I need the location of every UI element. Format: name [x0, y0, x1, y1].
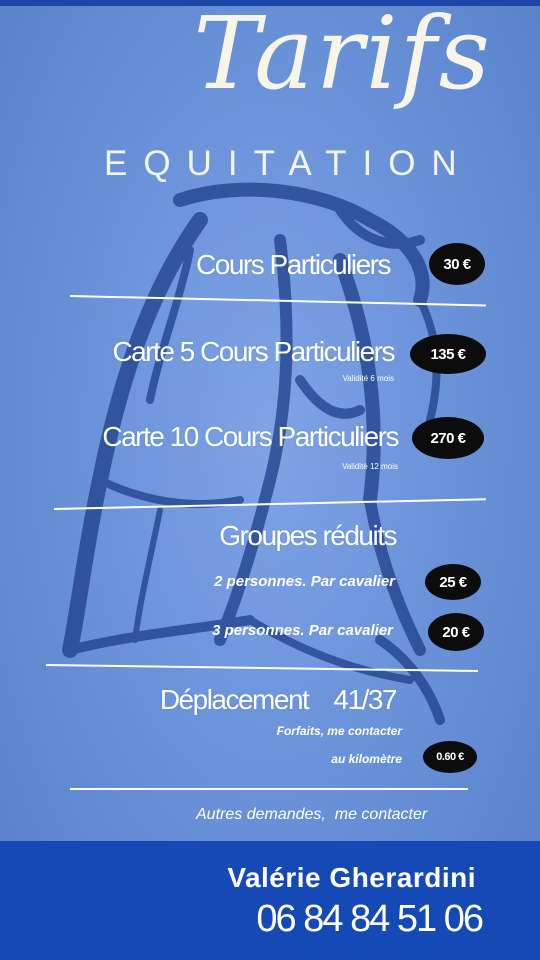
price-label-cours-particuliers: Cours Particuliers: [196, 249, 391, 280]
price-poster: Tarifs EQUITATION Cours Particuliers 30 …: [0, 0, 540, 960]
travel-km-label: au kilomètre: [331, 752, 402, 766]
travel-note: Forfaits, me contacter: [276, 724, 402, 738]
group-option-3-label: 3 personnes. Par cavalier: [212, 622, 393, 639]
page-title: Tarifs: [193, 0, 492, 112]
contact-phone[interactable]: 06 84 84 51 06: [256, 898, 484, 941]
price-label-carte-10: Carte 10 Cours Particuliers: [102, 421, 399, 452]
travel-label: Déplacement 41/37: [159, 684, 398, 715]
group-option-3-price: 20 €: [428, 613, 484, 651]
validity-note-carte-10: Validité 12 mois: [342, 462, 398, 471]
price-badge-carte-10: 270 €: [412, 417, 484, 459]
section-divider: [70, 788, 468, 790]
travel-km-price: 0.60 €: [423, 741, 477, 773]
page-subtitle: EQUITATION: [104, 144, 473, 183]
price-label-carte-5: Carte 5 Cours Particuliers: [112, 336, 395, 367]
price-badge-carte-5: 135 €: [410, 334, 486, 374]
groups-label: Groupes réduits: [219, 520, 397, 551]
other-requests-note: Autres demandes, me contacter: [196, 806, 428, 823]
contact-name: Valérie Gherardini: [227, 862, 476, 893]
validity-note-carte-5: Validité 6 mois: [342, 374, 394, 383]
group-option-2-price: 25 €: [425, 564, 481, 600]
price-badge-cours-particuliers: 30 €: [429, 243, 485, 285]
group-option-2-label: 2 personnes. Par cavalier: [214, 573, 395, 590]
